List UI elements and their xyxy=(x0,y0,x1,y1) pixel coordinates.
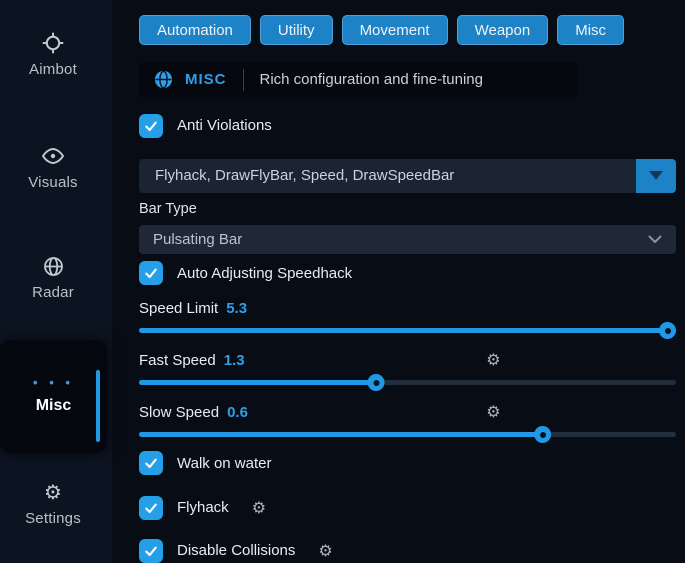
checkbox-row-flyhack: Flyhack ⚙ xyxy=(139,496,676,520)
flyhack-checkbox[interactable] xyxy=(139,496,163,520)
disable-collisions-checkbox[interactable] xyxy=(139,539,163,563)
sidebar-item-label: Settings xyxy=(25,510,81,527)
category-tabs: Automation Utility Movement Weapon Misc xyxy=(139,15,676,45)
main-panel: Automation Utility Movement Weapon Misc … xyxy=(112,0,685,563)
tab-movement[interactable]: Movement xyxy=(342,15,448,45)
check-icon xyxy=(143,500,159,516)
gear-icon[interactable]: ⚙ xyxy=(486,350,500,369)
slider-fill xyxy=(139,328,676,333)
sidebar-item-misc-active[interactable]: • • • Misc xyxy=(0,340,107,453)
banner-subtitle: Rich configuration and fine-tuning xyxy=(260,71,483,88)
speed-limit-slider[interactable] xyxy=(139,319,676,345)
slider-label: Speed Limit xyxy=(139,300,218,317)
slider-value: 5.3 xyxy=(226,300,247,317)
globe-icon xyxy=(154,70,173,89)
tab-misc[interactable]: Misc xyxy=(557,15,624,45)
sidebar-item-label: Aimbot xyxy=(29,61,77,78)
eye-icon xyxy=(42,145,64,167)
fast-speed-slider[interactable] xyxy=(139,371,676,397)
slider-label: Slow Speed xyxy=(139,404,219,421)
slider-value: 0.6 xyxy=(227,404,248,421)
slider-group-slow-speed: Slow Speed 0.6 ⚙ xyxy=(139,401,676,449)
checkbox-label: Flyhack xyxy=(177,499,229,516)
checkbox-row-auto-adjusting: Auto Adjusting Speedhack xyxy=(139,261,676,285)
sidebar-item-radar[interactable]: Radar xyxy=(0,255,106,301)
gear-icon[interactable]: ⚙ xyxy=(252,498,266,517)
tab-utility[interactable]: Utility xyxy=(260,15,333,45)
sidebar-item-settings[interactable]: ⚙ Settings xyxy=(0,481,106,527)
feature-multiselect-value: Flyhack, DrawFlyBar, Speed, DrawSpeedBar xyxy=(139,159,636,193)
slider-group-fast-speed: Fast Speed 1.3 ⚙ xyxy=(139,349,676,397)
divider xyxy=(243,69,244,91)
bar-type-select[interactable]: Pulsating Bar xyxy=(139,225,676,254)
check-icon xyxy=(143,455,159,471)
auto-adjusting-speedhack-checkbox[interactable] xyxy=(139,261,163,285)
slider-group-speed-limit: Speed Limit 5.3 ⚙ xyxy=(139,297,676,345)
anti-violations-checkbox[interactable] xyxy=(139,114,163,138)
checkbox-label: Walk on water xyxy=(177,455,271,472)
tab-automation[interactable]: Automation xyxy=(139,15,251,45)
check-icon xyxy=(143,265,159,281)
checkbox-label: Auto Adjusting Speedhack xyxy=(177,265,352,282)
checkbox-row-disable-collisions: Disable Collisions ⚙ xyxy=(139,539,676,563)
gear-icon[interactable]: ⚙ xyxy=(318,541,332,560)
sidebar-item-label: Misc xyxy=(36,397,72,415)
check-icon xyxy=(143,118,159,134)
checkbox-label: Anti Violations xyxy=(177,117,272,134)
slider-thumb[interactable] xyxy=(368,374,385,391)
feature-multiselect-dropdown-button[interactable] xyxy=(636,159,676,193)
checkbox-row-anti-violations: Anti Violations xyxy=(139,113,676,137)
slider-track xyxy=(139,328,676,333)
crosshair-icon xyxy=(42,32,64,54)
ellipsis-icon: • • • xyxy=(33,379,74,387)
checkbox-label: Disable Collisions xyxy=(177,542,295,559)
checkbox-row-walk-on-water: Walk on water ⚙ xyxy=(139,451,676,475)
walk-on-water-checkbox[interactable] xyxy=(139,451,163,475)
sidebar-item-visuals[interactable]: Visuals xyxy=(0,145,106,191)
sidebar: Aimbot Visuals Radar • • • Misc ⚙ Settin… xyxy=(0,0,112,563)
slider-thumb[interactable] xyxy=(534,426,551,443)
bar-type-select-value: Pulsating Bar xyxy=(153,231,242,248)
slider-label: Fast Speed xyxy=(139,352,216,369)
feature-multiselect[interactable]: Flyhack, DrawFlyBar, Speed, DrawSpeedBar xyxy=(139,159,676,193)
slider-thumb[interactable] xyxy=(659,322,676,339)
caret-down-icon xyxy=(649,171,663,180)
slow-speed-slider[interactable] xyxy=(139,423,676,449)
globe-icon xyxy=(42,255,64,277)
chevron-down-icon xyxy=(648,235,662,244)
slider-fill xyxy=(139,380,375,385)
section-banner: MISC Rich configuration and fine-tuning xyxy=(139,62,577,97)
slider-value: 1.3 xyxy=(224,352,245,369)
tab-weapon[interactable]: Weapon xyxy=(457,15,549,45)
slider-track xyxy=(139,380,676,385)
bar-type-label: Bar Type xyxy=(139,201,676,217)
gear-icon[interactable]: ⚙ xyxy=(486,402,500,421)
sidebar-item-label: Visuals xyxy=(28,174,77,191)
sidebar-item-label: Radar xyxy=(32,284,74,301)
slider-fill xyxy=(139,432,547,437)
active-indicator-bar xyxy=(96,370,100,442)
gear-icon: ⚙ xyxy=(42,481,64,503)
check-icon xyxy=(143,543,159,559)
slider-track xyxy=(139,432,676,437)
sidebar-item-aimbot[interactable]: Aimbot xyxy=(0,32,106,78)
banner-title: MISC xyxy=(185,71,227,88)
